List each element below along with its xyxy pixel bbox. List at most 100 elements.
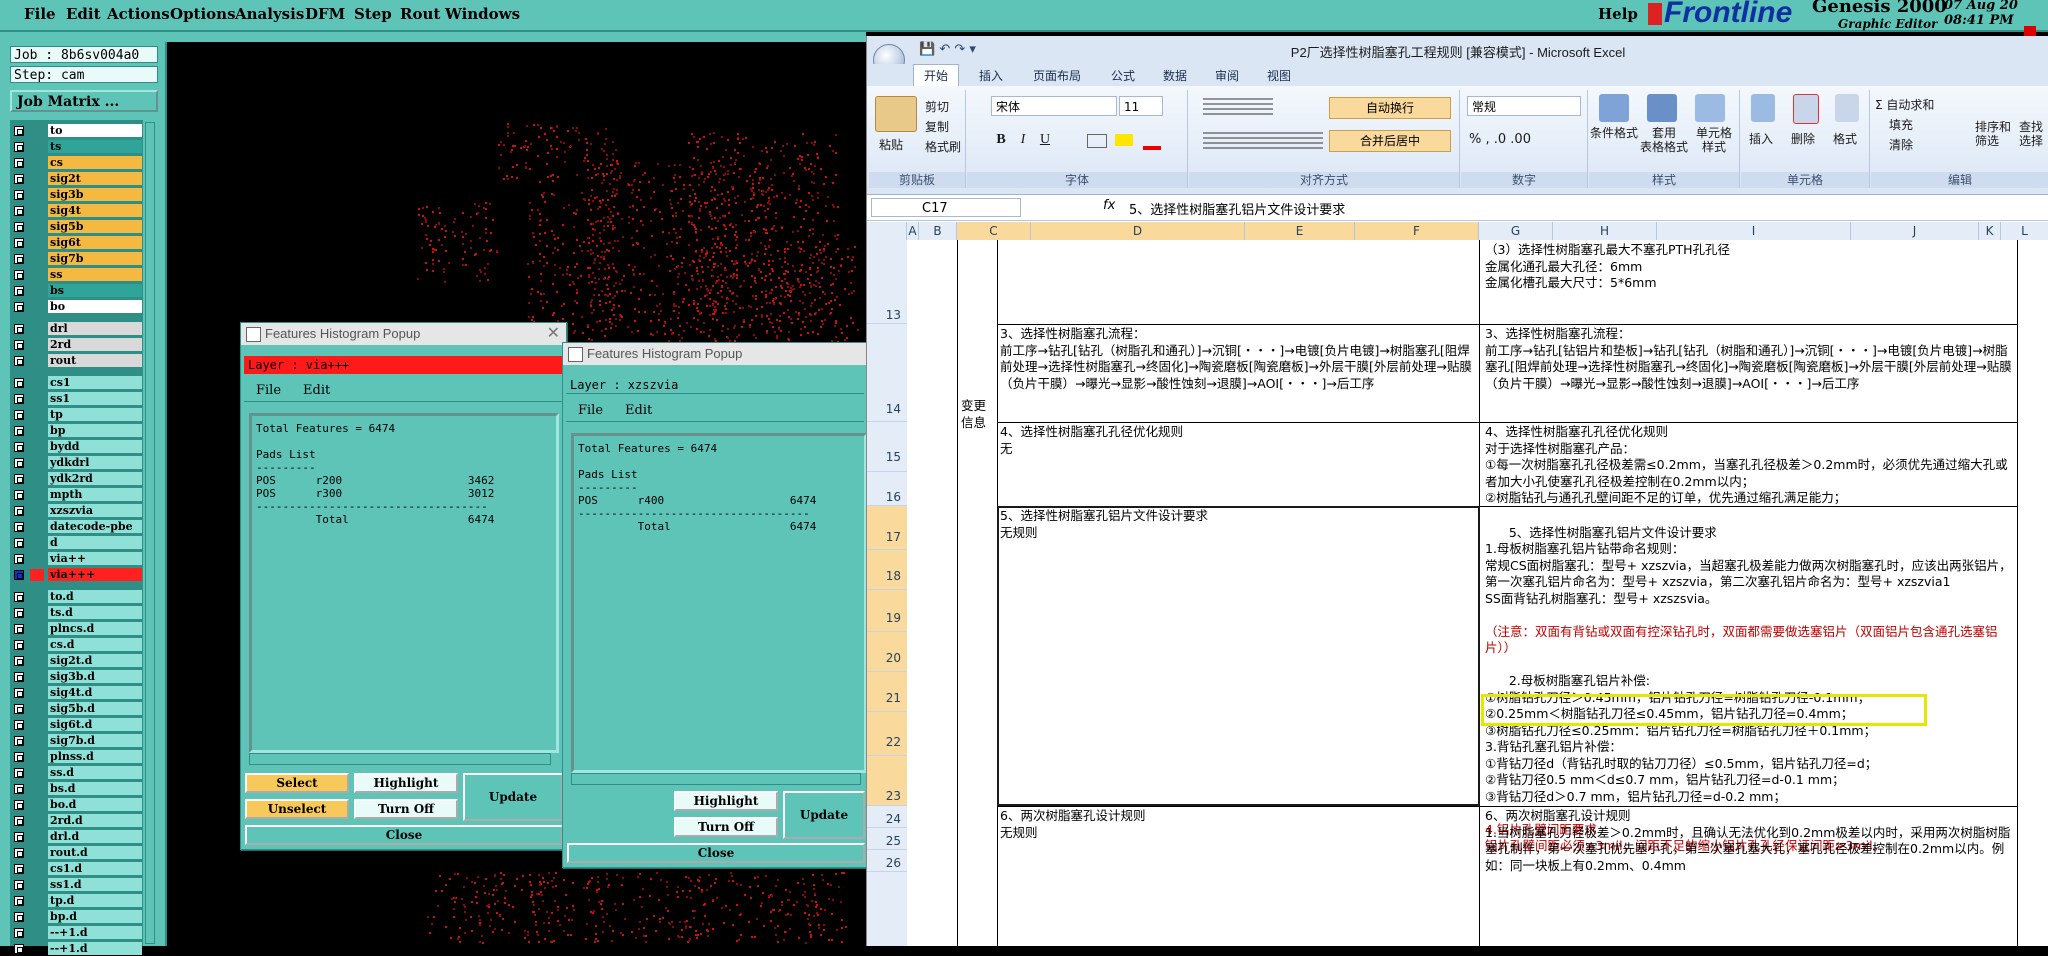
col-f[interactable]: F [1355, 222, 1479, 240]
tab-review[interactable]: 审阅 [1215, 67, 1239, 84]
menu-dfm[interactable]: DFM [305, 5, 345, 23]
conditional-format-icon[interactable] [1599, 94, 1629, 122]
layer-name[interactable]: d [48, 536, 142, 549]
update-button[interactable]: Update [463, 773, 563, 821]
tab-formulas[interactable]: 公式 [1111, 67, 1135, 84]
clear-button[interactable]: 清除 [1889, 136, 1913, 153]
layer-row[interactable]: bydd [12, 440, 142, 454]
italic-button[interactable]: I [1013, 130, 1033, 150]
layer-row[interactable]: sig4t.d [12, 686, 142, 700]
layer-row[interactable]: xzszvia [12, 504, 142, 518]
row-19[interactable]: 19 [867, 590, 907, 632]
layer-name[interactable]: tp.d [48, 894, 142, 907]
layer-checkbox[interactable] [14, 736, 24, 746]
col-j[interactable]: J [1851, 222, 1979, 240]
layer-checkbox[interactable] [14, 880, 24, 890]
menu-analysis[interactable]: Analysis [235, 5, 304, 23]
layer-row[interactable]: drl [12, 322, 142, 336]
font-size-dropdown[interactable]: 11 [1119, 96, 1163, 116]
layer-row[interactable]: bo [12, 300, 142, 314]
layer-row[interactable]: d [12, 536, 142, 550]
layer-name[interactable]: via+++ [48, 568, 142, 581]
layer-checkbox[interactable] [14, 356, 24, 366]
layer-row[interactable]: ss1 [12, 392, 142, 406]
layer-checkbox[interactable] [14, 912, 24, 922]
layer-name[interactable]: cs.d [48, 638, 142, 651]
row-18[interactable]: 18 [867, 550, 907, 590]
tab-view[interactable]: 视图 [1267, 67, 1291, 84]
h-scrollbar[interactable] [571, 773, 861, 785]
layer-row[interactable]: cs1.d [12, 862, 142, 876]
menu-options[interactable]: Options [170, 5, 236, 23]
layer-checkbox[interactable] [14, 490, 24, 500]
sort-filter-button[interactable]: 排序和 筛选 [1975, 120, 2011, 148]
col-l[interactable]: L [2001, 222, 2048, 240]
layer-row[interactable]: 2rd [12, 338, 142, 352]
format-button[interactable]: 格式 [1833, 130, 1857, 147]
layer-row[interactable]: bs [12, 284, 142, 298]
layer-row[interactable]: bp.d [12, 910, 142, 924]
layer-name[interactable]: ts [48, 140, 142, 153]
layer-name[interactable]: via++ [48, 552, 142, 565]
layer-name[interactable]: 2rd [48, 338, 142, 351]
cell-styles-button[interactable]: 单元格 样式 [1689, 126, 1739, 154]
layer-row[interactable]: cs1 [12, 376, 142, 390]
layer-name[interactable]: bs [48, 284, 142, 297]
layer-row[interactable]: ss1.d [12, 878, 142, 892]
layer-row[interactable]: ts.d [12, 606, 142, 620]
layer-checkbox[interactable] [14, 222, 24, 232]
menu-rout[interactable]: Rout [400, 5, 440, 23]
layer-name[interactable]: plncs.d [48, 622, 142, 635]
layer-name[interactable]: datecode-pbe [48, 520, 142, 533]
layer-name[interactable]: plnss.d [48, 750, 142, 763]
layer-name[interactable]: sig6t [48, 236, 142, 249]
layer-name[interactable]: rout [48, 354, 142, 367]
highlight-button[interactable]: Highlight [354, 773, 458, 793]
highlight-button[interactable]: Highlight [674, 791, 778, 811]
row-22[interactable]: 22 [867, 712, 907, 756]
layer-name[interactable]: sig2t.d [48, 654, 142, 667]
row-21[interactable]: 21 [867, 672, 907, 712]
layer-name[interactable]: bs.d [48, 782, 142, 795]
format-icon[interactable] [1835, 94, 1859, 122]
row-25[interactable]: 25 [867, 828, 907, 850]
layer-name[interactable]: xzszvia [48, 504, 142, 517]
layer-checkbox[interactable] [14, 832, 24, 842]
layer-row[interactable]: sig2t.d [12, 654, 142, 668]
row-16[interactable]: 16 [867, 472, 907, 506]
menu-file[interactable]: File [24, 5, 56, 23]
worksheet-grid[interactable]: 变更 信息 （3）选择性树脂塞孔最大不塞孔PTH孔孔径 金属化通孔最大孔径：6m… [907, 240, 2048, 946]
number-format-dropdown[interactable]: 常规 [1467, 96, 1581, 116]
popup-menu-file[interactable]: File [578, 403, 603, 418]
layer-row[interactable]: bp [12, 424, 142, 438]
menu-help[interactable]: Help [1598, 5, 1638, 23]
layer-checkbox[interactable] [14, 190, 24, 200]
layer-row[interactable]: datecode-pbe [12, 520, 142, 534]
layer-name[interactable]: sig4t [48, 204, 142, 217]
border-icon[interactable] [1087, 134, 1107, 148]
layer-checkbox[interactable] [14, 896, 24, 906]
layer-checkbox[interactable] [14, 570, 24, 580]
layer-checkbox[interactable] [14, 784, 24, 794]
layer-name[interactable]: sig2t [48, 172, 142, 185]
layer-row[interactable]: sig2t [12, 172, 142, 186]
row-15[interactable]: 15 [867, 422, 907, 472]
layer-name[interactable]: sig7b [48, 252, 142, 265]
cell-styles-icon[interactable] [1695, 94, 1725, 122]
selected-cell-c17[interactable] [997, 506, 1480, 806]
layer-row[interactable]: 2rd.d [12, 814, 142, 828]
layer-name[interactable]: ts.d [48, 606, 142, 619]
delete-icon[interactable] [1793, 94, 1819, 124]
layer-name[interactable]: 2rd.d [48, 814, 142, 827]
paste-icon[interactable] [875, 96, 917, 132]
layer-checkbox[interactable] [14, 608, 24, 618]
col-b[interactable]: B [919, 222, 957, 240]
layer-name[interactable]: drl [48, 322, 142, 335]
layer-row[interactable]: tp [12, 408, 142, 422]
layer-name[interactable]: sig3b.d [48, 670, 142, 683]
layer-checkbox[interactable] [14, 800, 24, 810]
layer-checkbox[interactable] [14, 206, 24, 216]
layer-checkbox[interactable] [14, 254, 24, 264]
layer-row[interactable]: sig3b [12, 188, 142, 202]
layer-name[interactable]: bp.d [48, 910, 142, 923]
